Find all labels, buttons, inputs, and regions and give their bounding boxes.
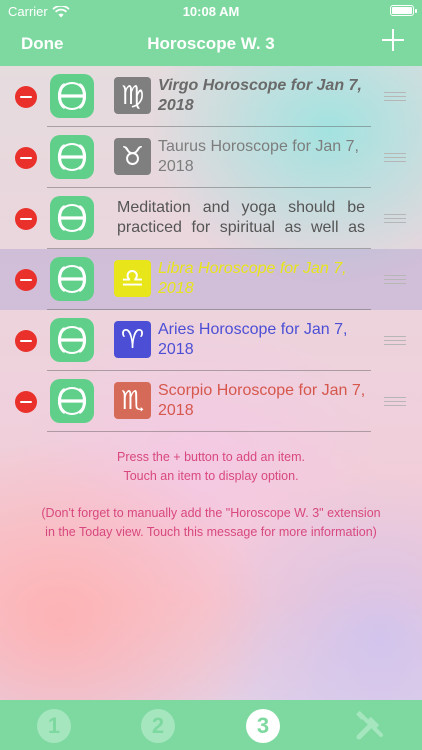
virgo-icon: ♍ bbox=[114, 77, 151, 114]
app-icon bbox=[50, 379, 94, 423]
tools-icon[interactable] bbox=[353, 709, 387, 743]
scorpio-icon: ♏ bbox=[114, 382, 151, 419]
hint-line: Touch an item to display option. bbox=[123, 469, 299, 483]
item-title: Aries Horoscope for Jan 7, 2018 bbox=[158, 321, 348, 358]
aries-icon: ♈ bbox=[114, 321, 151, 358]
app-icon bbox=[50, 196, 94, 240]
reorder-handle[interactable] bbox=[384, 92, 406, 101]
done-button[interactable]: Done bbox=[21, 34, 64, 54]
delete-button[interactable] bbox=[15, 86, 37, 108]
reorder-handle[interactable] bbox=[384, 153, 406, 162]
pisces-icon bbox=[57, 204, 87, 232]
extension-message[interactable]: (Don't forget to manually add the "Horos… bbox=[0, 504, 422, 542]
delete-button[interactable] bbox=[15, 330, 37, 352]
plus-icon[interactable] bbox=[382, 29, 404, 51]
tab-3[interactable]: 3 bbox=[246, 709, 280, 743]
reorder-handle[interactable] bbox=[384, 397, 406, 406]
item-title: Scorpio Horoscope for Jan 7, 2018 bbox=[158, 382, 366, 419]
hint-line: (Don't forget to manually add the "Horos… bbox=[41, 506, 381, 520]
list-item[interactable]: ♎ Libra Horoscope for Jan 7, 2018 bbox=[0, 249, 422, 310]
item-title: Taurus Horoscope for Jan 7, 2018 bbox=[158, 138, 359, 175]
status-bar: Carrier 10:08 AM bbox=[0, 0, 422, 22]
top-bar: Carrier 10:08 AM Done Horoscope W. 3 bbox=[0, 0, 422, 66]
hint-line: in the Today view. Touch this message fo… bbox=[45, 525, 377, 539]
battery-icon bbox=[390, 5, 417, 16]
nav-bar: Done Horoscope W. 3 bbox=[0, 22, 422, 66]
pisces-icon bbox=[57, 387, 87, 415]
app-icon bbox=[50, 257, 94, 301]
reorder-handle[interactable] bbox=[384, 275, 406, 284]
tab-1[interactable]: 1 bbox=[37, 709, 71, 743]
pisces-icon bbox=[57, 143, 87, 171]
list-item[interactable]: ♈ Aries Horoscope for Jan 7, 2018 bbox=[0, 310, 422, 371]
hint-line: Press the + button to add an item. bbox=[117, 450, 305, 464]
pisces-icon bbox=[57, 82, 87, 110]
delete-button[interactable] bbox=[15, 391, 37, 413]
tab-2[interactable]: 2 bbox=[141, 709, 175, 743]
item-title: Meditation and yoga should be practiced … bbox=[117, 199, 365, 236]
item-title: Libra Horoscope for Jan 7, 2018 bbox=[158, 260, 347, 297]
pisces-icon bbox=[57, 326, 87, 354]
list-item[interactable]: Meditation and yoga should be practiced … bbox=[0, 188, 422, 249]
pisces-icon bbox=[57, 265, 87, 293]
app-icon bbox=[50, 318, 94, 362]
delete-button[interactable] bbox=[15, 208, 37, 230]
list-item[interactable]: ♏ Scorpio Horoscope for Jan 7, 2018 bbox=[0, 371, 422, 432]
app-icon bbox=[50, 74, 94, 118]
status-time: 10:08 AM bbox=[182, 4, 240, 19]
delete-button[interactable] bbox=[15, 269, 37, 291]
item-title: Virgo Horoscope for Jan 7, 2018 bbox=[158, 77, 362, 114]
widget-list: ♍ Virgo Horoscope for Jan 7, 2018 ♉ Taur… bbox=[0, 66, 422, 432]
taurus-icon: ♉ bbox=[114, 138, 151, 175]
delete-button[interactable] bbox=[15, 147, 37, 169]
list-item[interactable]: ♉ Taurus Horoscope for Jan 7, 2018 bbox=[0, 127, 422, 188]
list-item[interactable]: ♍ Virgo Horoscope for Jan 7, 2018 bbox=[0, 66, 422, 127]
add-hint: Press the + button to add an item. Touch… bbox=[0, 448, 422, 486]
reorder-handle[interactable] bbox=[384, 214, 406, 223]
app-icon bbox=[50, 135, 94, 179]
libra-icon: ♎ bbox=[114, 260, 151, 297]
reorder-handle[interactable] bbox=[384, 336, 406, 345]
tab-bar: 1 2 3 bbox=[0, 700, 422, 750]
